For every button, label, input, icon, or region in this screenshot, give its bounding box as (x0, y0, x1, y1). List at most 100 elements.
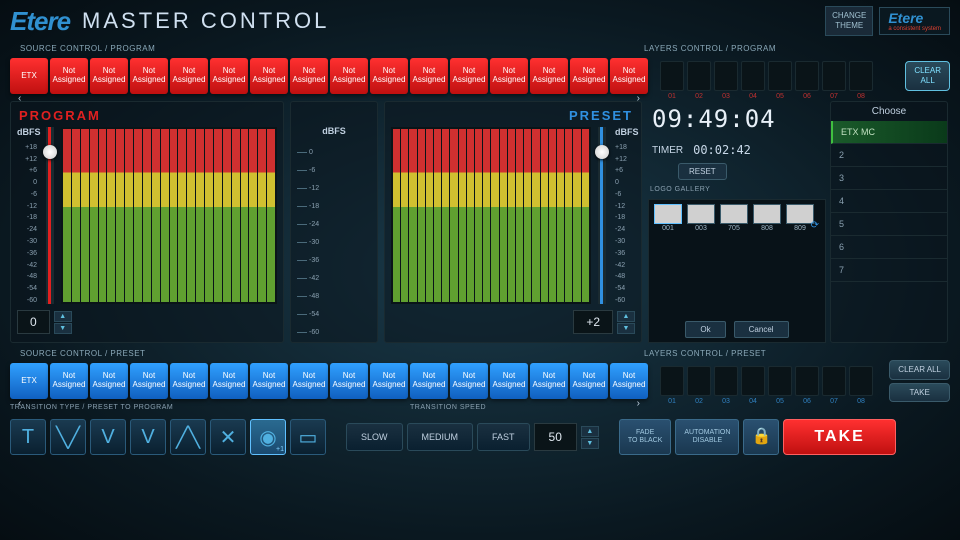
timer-reset-button[interactable]: RESET (678, 163, 727, 180)
preset-layer-1[interactable] (660, 366, 684, 396)
preset-source-slot[interactable]: Not Assigned (610, 363, 648, 399)
program-layer-8[interactable] (849, 61, 873, 91)
preset-source-prev[interactable]: ‹ (18, 398, 21, 409)
program-source-prev[interactable]: ‹ (18, 93, 21, 104)
speed-slow-button[interactable]: SLOW (346, 423, 403, 451)
program-source-slot[interactable]: Not Assigned (410, 58, 448, 94)
transition-wipe-v2-icon[interactable]: V (130, 419, 166, 455)
preset-source-slot[interactable]: Not Assigned (90, 363, 128, 399)
preset-source-slot[interactable]: Not Assigned (290, 363, 328, 399)
choose-item-4[interactable]: 4 (831, 190, 947, 213)
speed-down[interactable]: ▼ (581, 438, 599, 449)
preset-clear-all-button[interactable]: CLEAR ALL (889, 360, 950, 380)
preset-layer-7[interactable] (822, 366, 846, 396)
program-layer-5[interactable] (768, 61, 792, 91)
preset-source-slot[interactable]: Not Assigned (50, 363, 88, 399)
preset-source-slot[interactable]: Not Assigned (330, 363, 368, 399)
preset-source-slot[interactable]: Not Assigned (170, 363, 208, 399)
preset-gain-up[interactable]: ▲ (617, 311, 635, 322)
transition-pip-icon[interactable]: ◉ (250, 419, 286, 455)
preset-source-slot[interactable]: Not Assigned (250, 363, 288, 399)
program-slider-knob[interactable] (43, 145, 57, 159)
choose-item-1[interactable]: ETX MC (831, 121, 947, 144)
choose-item-5[interactable]: 5 (831, 213, 947, 236)
program-source-slot[interactable]: Not Assigned (250, 58, 288, 94)
program-source-slot[interactable]: Not Assigned (530, 58, 568, 94)
transition-wipe-down-icon[interactable]: ╲╱ (50, 419, 86, 455)
preset-take-button[interactable]: TAKE (889, 383, 950, 403)
program-source-slot[interactable]: Not Assigned (570, 58, 608, 94)
program-source-slot[interactable]: Not Assigned (170, 58, 208, 94)
program-layer-4[interactable] (741, 61, 765, 91)
program-layer-7[interactable] (822, 61, 846, 91)
program-source-slot[interactable]: Not Assigned (50, 58, 88, 94)
choose-item-3[interactable]: 3 (831, 167, 947, 190)
choose-item-7[interactable]: 7 (831, 259, 947, 282)
gallery-item-808[interactable]: 808 (752, 204, 782, 232)
program-layer-6[interactable] (795, 61, 819, 91)
preset-slider-knob[interactable] (595, 145, 609, 159)
transition-cross-icon[interactable]: ✕ (210, 419, 246, 455)
program-source-slot[interactable]: Not Assigned (210, 58, 248, 94)
preset-layer-5[interactable] (768, 366, 792, 396)
program-slider[interactable] (46, 127, 54, 304)
transition-box-icon[interactable]: ▭ (290, 419, 326, 455)
preset-source-slot[interactable]: Not Assigned (530, 363, 568, 399)
program-meter-bars (61, 127, 277, 304)
program-source-slot[interactable]: Not Assigned (490, 58, 528, 94)
preset-layer-2[interactable] (687, 366, 711, 396)
program-gain-up[interactable]: ▲ (54, 311, 72, 322)
lock-icon[interactable]: 🔒 (743, 419, 779, 455)
program-clear-all-button[interactable]: CLEAR ALL (905, 61, 950, 90)
preset-source-slot[interactable]: Not Assigned (210, 363, 248, 399)
preset-source-next[interactable]: › (637, 398, 640, 409)
source-preset-label: SOURCE CONTROL / PRESET (10, 347, 630, 360)
speed-medium-button[interactable]: MEDIUM (407, 423, 474, 451)
program-source-slot[interactable]: Not Assigned (90, 58, 128, 94)
speed-up[interactable]: ▲ (581, 426, 599, 437)
program-source-slot[interactable]: Not Assigned (330, 58, 368, 94)
gallery-item-001[interactable]: 001 (653, 204, 683, 232)
program-source-slot[interactable]: Not Assigned (450, 58, 488, 94)
preset-layer-4[interactable] (741, 366, 765, 396)
gallery-cancel-button[interactable]: Cancel (734, 321, 789, 338)
speed-fast-button[interactable]: FAST (477, 423, 530, 451)
gallery-item-705[interactable]: 705 (719, 204, 749, 232)
program-source-slot[interactable]: Not Assigned (130, 58, 168, 94)
preset-source-slot[interactable]: Not Assigned (490, 363, 528, 399)
preset-gain-down[interactable]: ▼ (617, 323, 635, 334)
change-theme-button[interactable]: CHANGE THEME (825, 6, 873, 35)
program-source-slot[interactable]: Not Assigned (370, 58, 408, 94)
gallery-refresh-icon[interactable]: ⟳ (811, 220, 819, 231)
preset-layer-6[interactable] (795, 366, 819, 396)
program-source-slot[interactable]: Not Assigned (290, 58, 328, 94)
program-source-next[interactable]: › (637, 93, 640, 104)
gallery-item-003[interactable]: 003 (686, 204, 716, 232)
program-layer-2[interactable] (687, 61, 711, 91)
preset-source-slot[interactable]: Not Assigned (570, 363, 608, 399)
choose-item-6[interactable]: 6 (831, 236, 947, 259)
fade-to-black-button[interactable]: FADE TO BLACK (619, 419, 672, 455)
preset-layer-3[interactable] (714, 366, 738, 396)
preset-source-slot[interactable]: Not Assigned (370, 363, 408, 399)
preset-layer-8[interactable] (849, 366, 873, 396)
program-source-etx[interactable]: ETX (10, 58, 48, 94)
program-layer-3[interactable] (714, 61, 738, 91)
preset-slider[interactable] (598, 127, 606, 304)
preset-source-slot[interactable]: Not Assigned (450, 363, 488, 399)
preset-source-etx[interactable]: ETX (10, 363, 48, 399)
choose-item-2[interactable]: 2 (831, 144, 947, 167)
speed-value: 50 (534, 423, 577, 451)
transition-wipe-v-icon[interactable]: V (90, 419, 126, 455)
gallery-ok-button[interactable]: Ok (685, 321, 725, 338)
automation-disable-button[interactable]: AUTOMATION DISABLE (675, 419, 739, 455)
take-button[interactable]: TAKE (783, 419, 895, 455)
preset-source-slot[interactable]: Not Assigned (130, 363, 168, 399)
program-layer-1[interactable] (660, 61, 684, 91)
program-source-slot[interactable]: Not Assigned (610, 58, 648, 94)
preset-source-slot[interactable]: Not Assigned (410, 363, 448, 399)
transition-cut-icon[interactable]: T (10, 419, 46, 455)
gallery-label: LOGO GALLERY (648, 184, 826, 195)
transition-wipe-up-icon[interactable]: ╱╲ (170, 419, 206, 455)
program-gain-down[interactable]: ▼ (54, 323, 72, 334)
